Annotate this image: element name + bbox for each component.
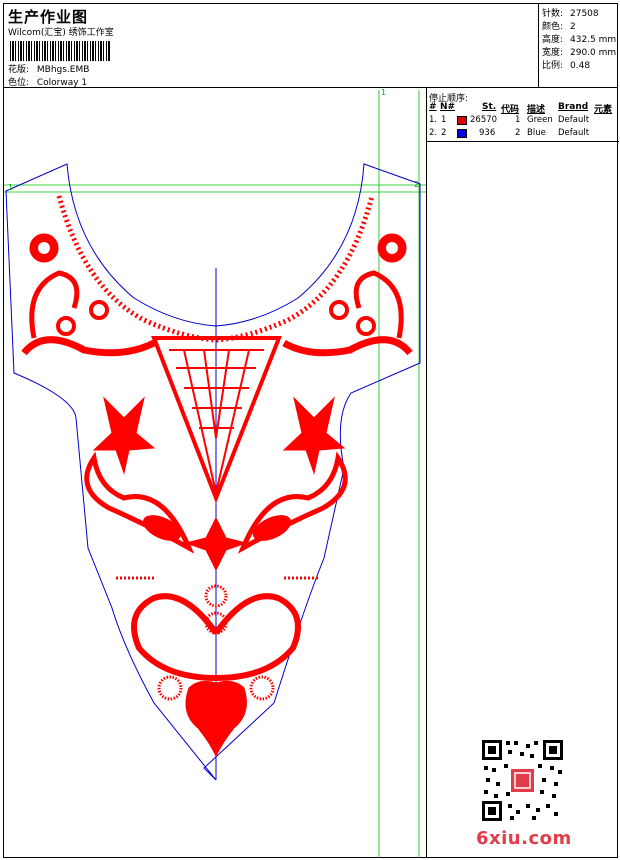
rosette xyxy=(89,300,109,320)
table-row: 2. 2 936 2 Blue Default xyxy=(427,128,619,140)
stat-scale-value: 0.48 xyxy=(570,61,591,71)
marker-right: 2 xyxy=(414,180,420,189)
shoulder-curl-left xyxy=(29,270,80,339)
ribbon-left xyxy=(21,336,156,357)
qr-code xyxy=(480,738,565,823)
stat-width: 宽度: 290.0 mm xyxy=(542,45,616,58)
barcode xyxy=(10,41,110,61)
embroidery-canvas xyxy=(4,90,426,858)
row-n: 2 xyxy=(441,128,447,138)
stat-stitches-value: 27508 xyxy=(570,9,599,19)
row-stitches: 26570 xyxy=(470,115,498,125)
lily-left xyxy=(92,396,156,475)
stat-colors-value: 2 xyxy=(570,22,576,32)
heart-left xyxy=(131,593,219,681)
stat-width-value: 290.0 mm xyxy=(570,48,617,58)
stat-colors-label: 颜色: xyxy=(542,22,564,32)
stat-height-label: 高度: xyxy=(542,35,564,45)
panel-divider xyxy=(427,141,619,142)
stat-colors: 颜色: 2 xyxy=(542,19,576,32)
col-code: 代码 xyxy=(501,105,520,115)
studio-subtitle: Wilcom(汇宝) 绣饰工作室 xyxy=(8,28,114,38)
flower-right-center xyxy=(386,242,398,254)
table-row: 1. 1 26570 1 Green Default xyxy=(427,115,619,127)
col-brand: Brand xyxy=(558,102,589,112)
flower-left-center xyxy=(38,242,50,254)
col-element: 元素 xyxy=(594,105,613,115)
row-brand: Default xyxy=(558,115,590,125)
ribbon-right xyxy=(282,336,413,357)
watermark: 6xiu.com xyxy=(476,828,572,849)
col-n: N# xyxy=(440,102,456,112)
marker-top: 1 xyxy=(381,88,387,97)
thread-color-swatch xyxy=(457,129,467,138)
header: 生产作业图 Wilcom(汇宝) 绣饰工作室 花版: MBhgs.EMB 色位:… xyxy=(4,4,539,88)
row-code: 2 xyxy=(515,128,521,138)
row-brand: Default xyxy=(558,128,590,138)
col-desc: 描述 xyxy=(527,105,546,115)
center-flower xyxy=(184,516,248,572)
row-n: 1 xyxy=(441,115,447,125)
embroidery-preview: 1 2 1 xyxy=(4,88,426,858)
row-desc: Blue xyxy=(527,128,546,138)
pattern-value: MBhgs.EMB xyxy=(36,65,90,75)
page-title: 生产作业图 xyxy=(8,8,89,26)
starburst xyxy=(157,675,183,701)
col-hash: # xyxy=(429,102,437,112)
rosette xyxy=(56,316,76,336)
stat-stitches: 针数: 27508 xyxy=(542,6,599,19)
row-num: 2. xyxy=(429,128,438,138)
stat-stitches-label: 针数: xyxy=(542,9,564,19)
stat-scale: 比例: 0.48 xyxy=(542,58,590,71)
row-desc: Green xyxy=(527,115,553,125)
starburst xyxy=(249,675,275,701)
stat-width-label: 宽度: xyxy=(542,48,564,58)
row-code: 1 xyxy=(515,115,521,125)
stat-height-value: 432.5 mm xyxy=(570,35,617,45)
marker-left: 1 xyxy=(8,183,14,192)
pattern-line: 花版: MBhgs.EMB xyxy=(8,62,89,75)
embroidery-motifs xyxy=(21,195,413,758)
col-stitches: St. xyxy=(482,102,497,112)
stat-scale-label: 比例: xyxy=(542,61,564,71)
bottom-drop xyxy=(185,680,247,758)
rosette xyxy=(356,316,376,336)
stop-sequence-header: # N# St. 代码 描述 Brand 元素 xyxy=(427,102,619,115)
row-stitches: 936 xyxy=(479,128,496,138)
thread-color-swatch xyxy=(457,116,467,125)
rosette xyxy=(329,300,349,320)
stats-box: 针数: 27508 颜色: 2 高度: 432.5 mm 宽度: 290.0 mm 比例… xyxy=(538,4,618,88)
pattern-label: 花版: xyxy=(8,65,30,75)
stat-height: 高度: 432.5 mm xyxy=(542,32,616,45)
row-num: 1. xyxy=(429,115,438,125)
